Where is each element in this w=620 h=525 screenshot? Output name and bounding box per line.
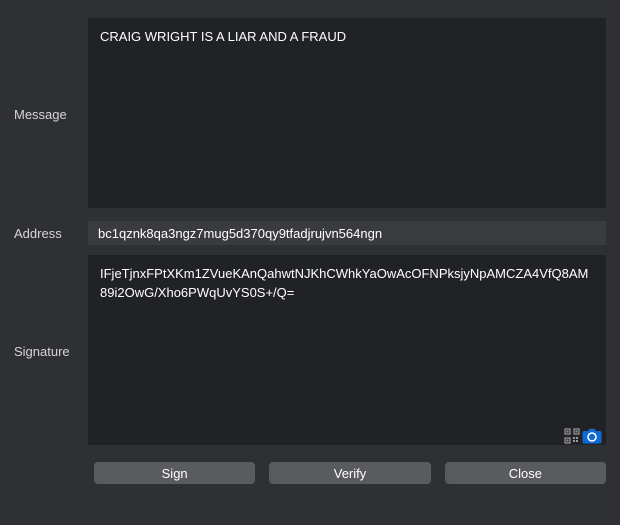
camera-icon[interactable] xyxy=(582,428,602,444)
message-input[interactable]: CRAIG WRIGHT IS A LIAR AND A FRAUD xyxy=(88,18,606,208)
qr-code-icon[interactable] xyxy=(564,428,580,444)
signature-label: Signature xyxy=(14,255,88,448)
signature-corner-tools xyxy=(564,428,602,444)
sign-button[interactable]: Sign xyxy=(94,462,255,484)
message-field-wrap: CRAIG WRIGHT IS A LIAR AND A FRAUD xyxy=(88,18,606,211)
button-row: Sign Verify Close xyxy=(14,462,606,484)
address-field-wrap xyxy=(88,221,606,245)
message-label: Message xyxy=(14,18,88,211)
message-row: Message CRAIG WRIGHT IS A LIAR AND A FRA… xyxy=(14,18,606,211)
address-row: Address xyxy=(14,221,606,245)
verify-button[interactable]: Verify xyxy=(269,462,430,484)
signature-field-wrap: IFjeTjnxFPtXKm1ZVueKAnQahwtNJKhCWhkYaOwA… xyxy=(88,255,606,448)
signature-row: Signature IFjeTjnxFPtXKm1ZVueKAnQahwtNJK… xyxy=(14,255,606,448)
signature-input[interactable]: IFjeTjnxFPtXKm1ZVueKAnQahwtNJKhCWhkYaOwA… xyxy=(88,255,606,445)
address-label: Address xyxy=(14,221,88,245)
close-button[interactable]: Close xyxy=(445,462,606,484)
address-input[interactable] xyxy=(88,221,606,245)
